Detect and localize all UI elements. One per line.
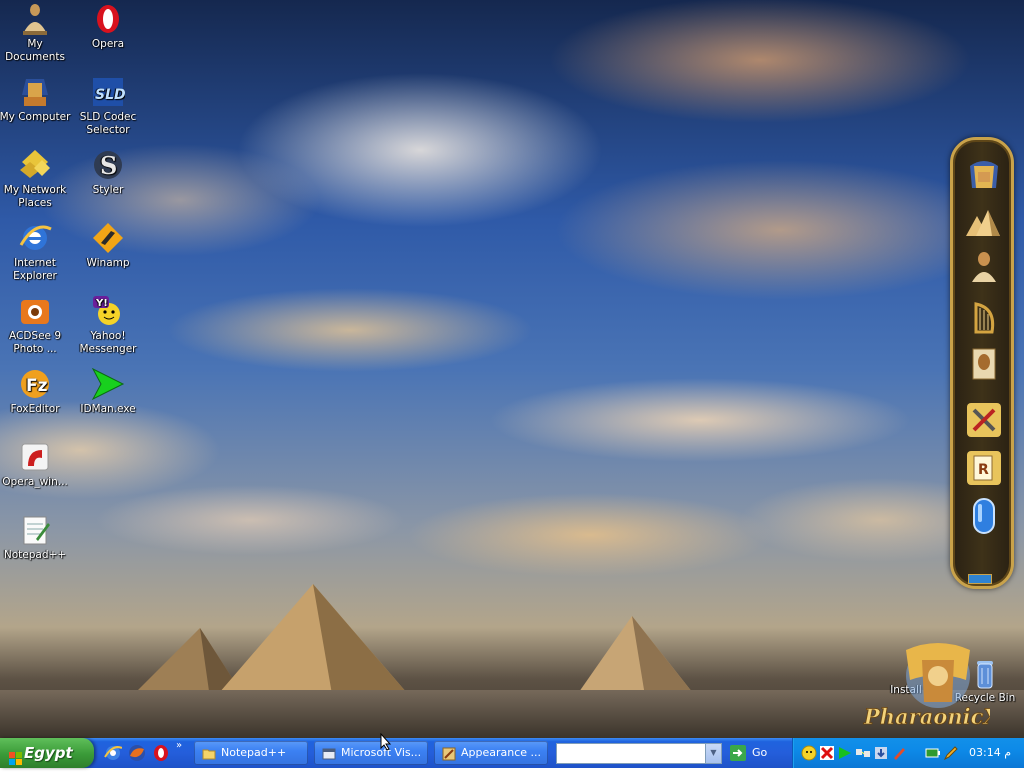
desktop-icon-my-documents[interactable]: My Documents [0, 2, 72, 64]
ie-icon[interactable] [104, 744, 123, 762]
mouse-cursor-icon [380, 733, 392, 751]
foxeditor-icon: Fz [18, 367, 52, 401]
idm-arrow-icon [91, 367, 125, 401]
acdsee-icon [18, 294, 52, 328]
icon-label: Internet Explorer [13, 257, 57, 282]
system-tray: 03:14 م [792, 738, 1024, 768]
tools-icon[interactable] [966, 402, 1002, 438]
seated-scribe-icon [18, 2, 52, 36]
task-label: Notepad++ [221, 746, 287, 759]
icon-label: Opera_win... [2, 476, 68, 488]
icon-label: FoxEditor [10, 403, 60, 415]
desktop-icon-acdsee[interactable]: ACDSee 9 Photo ... [0, 294, 72, 356]
address-input[interactable] [557, 744, 708, 761]
appearance-icon [442, 746, 456, 761]
pencil-tray-icon[interactable] [943, 745, 959, 761]
svg-text:S: S [100, 151, 117, 180]
desktop-icon-foxeditor[interactable]: Fz FoxEditor [0, 367, 72, 416]
icon-label: Opera [91, 38, 125, 50]
svg-text:Y!: Y! [95, 298, 108, 309]
rocket-icon[interactable] [891, 745, 907, 761]
go-button[interactable]: Go [728, 742, 788, 764]
go-label: Go [752, 746, 768, 759]
papyrus-book-icon[interactable] [966, 346, 1002, 382]
icon-label: My Documents [5, 38, 65, 63]
tutankhamun-mask-icon[interactable] [966, 158, 1002, 194]
svg-text:R: R [978, 462, 989, 478]
icon-label: SLD Codec Selector [79, 111, 137, 136]
icon-label: Styler [92, 184, 124, 196]
address-bar: ▼ [556, 743, 722, 764]
task-label: Appearance ... [461, 746, 542, 759]
quick-launch-chevron-icon[interactable]: » [176, 741, 186, 751]
icon-label: Winamp [86, 257, 130, 269]
clock[interactable]: 03:14 م [969, 738, 1011, 768]
icon-label: ACDSee 9 Photo ... [8, 330, 62, 355]
task-button-notepadpp[interactable]: Notepad++ [194, 741, 308, 765]
antivirus-icon[interactable] [819, 745, 835, 761]
desktop-icon-my-network-places[interactable]: My Network Places [0, 148, 72, 210]
svg-text:SLD: SLD [95, 87, 125, 103]
pyramid-center [213, 584, 413, 700]
desktop-icon-internet-explorer[interactable]: Internet Explorer [0, 221, 72, 283]
sld-icon: SLD [91, 75, 126, 109]
firefox-icon[interactable] [128, 744, 146, 762]
pyramids-icon[interactable] [966, 204, 1002, 240]
opera-installer-icon [18, 440, 52, 474]
desktop-icon-sld-codec-selector[interactable]: SLD SLD Codec Selector [71, 75, 145, 137]
dock-base [968, 574, 992, 584]
svg-text:PharaonicXp: PharaonicXp [863, 704, 990, 729]
desktop-icon-winamp[interactable]: Winamp [71, 221, 145, 270]
icon-label: My Computer [0, 111, 71, 123]
app-window-icon [322, 746, 336, 760]
opera-icon [91, 2, 125, 36]
icon-label: Notepad++ [3, 549, 67, 561]
desktop: My Documents My Computer My Network Plac… [0, 0, 1024, 738]
opera-icon[interactable] [152, 744, 170, 762]
pharaoh-computer-icon [18, 75, 52, 109]
go-arrow-icon [730, 745, 746, 761]
documents-icon[interactable]: R [966, 450, 1002, 486]
battery-icon[interactable] [925, 745, 941, 761]
seated-scribe-icon[interactable] [966, 250, 1002, 286]
network-icon [18, 148, 52, 182]
task-button-appearance[interactable]: Appearance ... [434, 741, 548, 765]
winamp-play-icon[interactable] [837, 745, 853, 761]
start-label: Egypt [24, 744, 73, 762]
desktop-icon-yahoo-messenger[interactable]: Y! Yahoo! Messenger [71, 294, 145, 356]
idm-tray-icon[interactable] [873, 745, 889, 761]
pharaonic-xp-logo: PharaonicXp [860, 640, 1015, 732]
blue-capsule-icon[interactable] [966, 498, 1002, 534]
desktop-icon-styler[interactable]: S Styler [71, 148, 145, 197]
windows-flag-icon [9, 746, 23, 765]
icon-label: IDMan.exe [80, 403, 136, 415]
desktop-icon-notepadpp[interactable]: Notepad++ [0, 513, 72, 562]
winamp-icon [91, 221, 125, 255]
harp-icon[interactable] [966, 298, 1002, 334]
notepad-icon [18, 513, 52, 547]
desktop-icon-opera[interactable]: Opera [71, 2, 145, 51]
icon-label: My Network Places [3, 184, 67, 209]
folder-icon [202, 746, 216, 760]
network-tray-icon[interactable] [855, 745, 871, 761]
desktop-icon-my-computer[interactable]: My Computer [0, 75, 72, 124]
ie-icon [18, 221, 52, 255]
address-dropdown-icon[interactable]: ▼ [705, 744, 721, 763]
yahoo-icon: Y! [91, 294, 125, 328]
icon-label: Yahoo! Messenger [79, 330, 137, 355]
messenger-icon[interactable] [801, 745, 817, 761]
svg-text:Fz: Fz [26, 376, 48, 396]
taskbar: Egypt » Notepad++ Microsoft Vis... Appea… [0, 738, 1024, 768]
desktop-icon-opera-win[interactable]: Opera_win... [0, 440, 72, 489]
start-button[interactable]: Egypt [0, 738, 94, 768]
styler-icon: S [91, 148, 125, 182]
pharaonic-dock: R [950, 137, 1014, 589]
desktop-icon-idman[interactable]: IDMan.exe [71, 367, 145, 416]
task-button-microsoft-vis[interactable]: Microsoft Vis... [314, 741, 428, 765]
